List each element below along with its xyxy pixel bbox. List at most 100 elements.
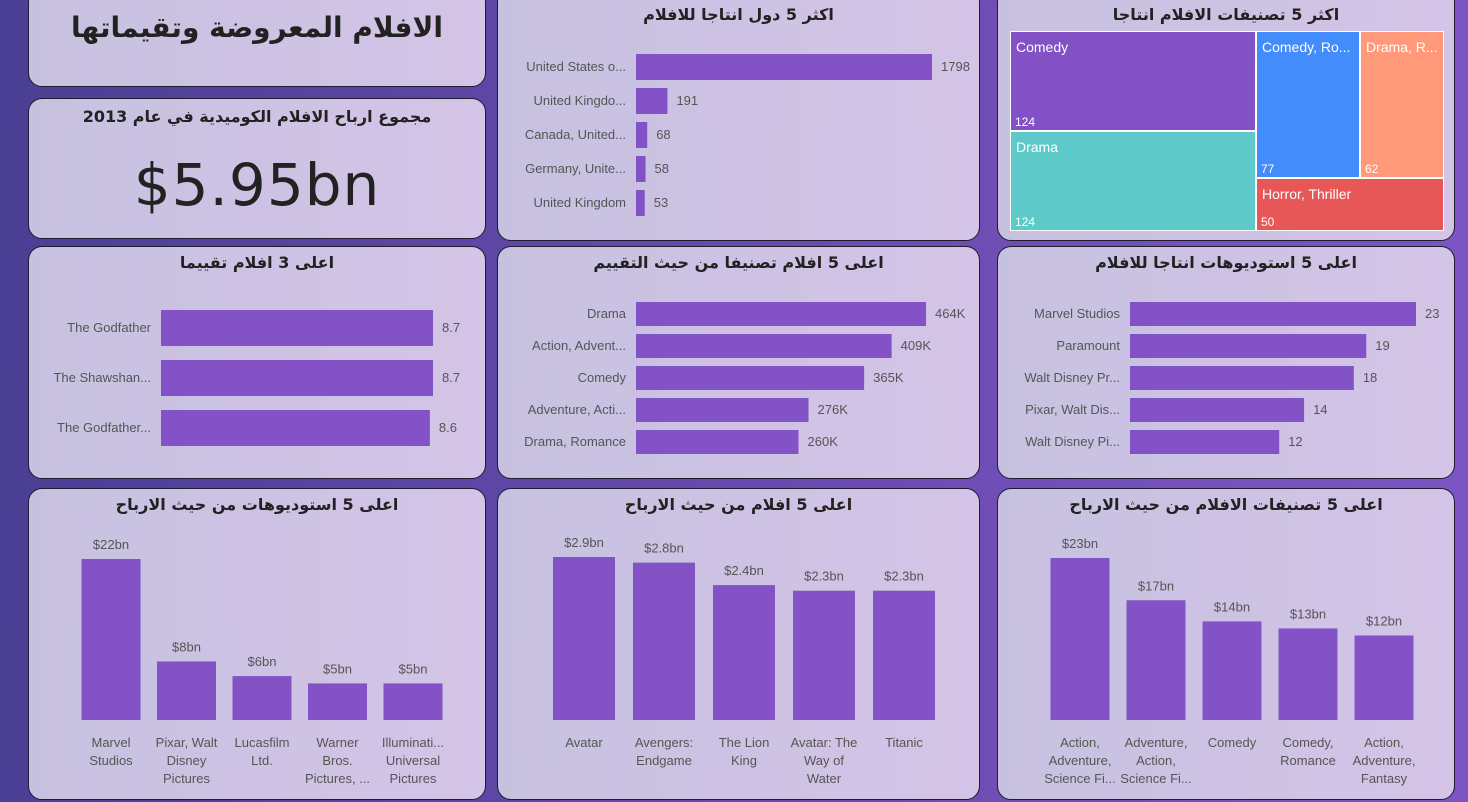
data-label: $5bn [399, 661, 428, 676]
data-label: 58 [655, 161, 669, 176]
bar-chart-studios-count: Marvel Studios 23 Paramount 19 Walt Disney P… [1024, 302, 1439, 454]
category-label: Action, [1060, 735, 1100, 750]
category-label: Disney [167, 753, 207, 768]
bar[interactable] [1202, 621, 1262, 720]
category-label: Action, Advent... [532, 338, 626, 353]
bar[interactable] [1050, 558, 1110, 720]
category-label: Warner [316, 735, 359, 750]
data-label: $2.3bn [804, 569, 844, 584]
data-label: $6bn [248, 654, 277, 669]
category-label: Bros. [322, 753, 352, 768]
kpi-title: مجموع ارباح الافلام الكوميدية في عام 201… [82, 107, 432, 126]
treemap-value: 50 [1261, 215, 1275, 229]
treemap-cell[interactable]: Horror, Thriller 50 [1256, 178, 1444, 231]
category-label: Comedy [578, 370, 627, 385]
category-label: Avengers: [635, 735, 693, 750]
bar[interactable] [873, 590, 935, 720]
chart-card-top-rated[interactable]: اعلى 3 افلام تقييما The Godfather 8.7 The … [28, 246, 486, 479]
category-label: Romance [1280, 753, 1336, 768]
bar[interactable] [81, 559, 141, 720]
category-label: Ltd. [251, 753, 273, 768]
treemap-cell[interactable]: Drama 124 [1010, 131, 1256, 231]
chart-card-genres-count[interactable]: اكثر 5 تصنيفات الافلام انتاجا Comedy 124 C… [997, 0, 1455, 241]
bar[interactable] [161, 360, 433, 396]
bar[interactable] [636, 302, 926, 326]
bar[interactable] [157, 661, 216, 720]
chart-card-countries[interactable]: اكثر 5 دول انتاجا للافلام United States … [497, 0, 980, 241]
kpi-card: مجموع ارباح الافلام الكوميدية في عام 201… [28, 98, 486, 239]
bar[interactable] [793, 590, 855, 720]
bar[interactable] [636, 54, 932, 80]
category-label: Pixar, Walt [156, 735, 218, 750]
bar[interactable] [636, 334, 892, 358]
treemap-value: 77 [1261, 162, 1275, 176]
bar[interactable] [636, 190, 645, 216]
chart-card-studios-count[interactable]: اعلى 5 استوديوهات انتاجا للافلام Marvel … [997, 246, 1455, 479]
category-label: Comedy [1208, 735, 1257, 750]
bar[interactable] [1130, 302, 1416, 326]
chart-card-genres-rating[interactable]: اعلى 5 افلام تصنيفا من حيث التقييم Drama… [497, 246, 980, 479]
bar[interactable] [161, 310, 433, 346]
bar[interactable] [1354, 635, 1414, 720]
bar[interactable] [1130, 334, 1367, 358]
category-label: Adventure, [1049, 753, 1112, 768]
data-label: 1798 [941, 59, 970, 74]
data-label: $23bn [1062, 536, 1098, 551]
treemap-label: Comedy [1016, 39, 1069, 55]
bar[interactable] [1278, 628, 1338, 720]
category-label: Science Fi... [1120, 771, 1192, 786]
bar[interactable] [636, 122, 648, 148]
data-label: 8.7 [442, 370, 460, 385]
bar-chart-countries: United States o... 1798 United Kingdo... 19… [525, 54, 970, 216]
treemap-value: 124 [1015, 115, 1036, 129]
chart-card-genres-profit[interactable]: اعلى 5 تصنيفات الافلام من حيث الارباح $2… [997, 488, 1455, 800]
category-label: Pictures [390, 771, 437, 786]
bar[interactable] [383, 683, 443, 720]
data-label: 14 [1313, 402, 1327, 417]
category-label: The Godfather... [57, 420, 151, 435]
bar[interactable] [636, 398, 809, 422]
bar[interactable] [636, 88, 668, 114]
data-label: 23 [1425, 306, 1439, 321]
bar[interactable] [232, 676, 292, 720]
data-label: $2.9bn [564, 535, 604, 550]
data-label: 8.6 [439, 420, 457, 435]
chart-card-studios-profit[interactable]: اعلى 5 استوديوهات من حيث الارباح $22bn Ma… [28, 488, 486, 800]
bar[interactable] [713, 585, 775, 720]
category-label: Avatar [565, 735, 603, 750]
category-label: Way of [804, 753, 844, 768]
bar[interactable] [636, 430, 799, 454]
bar[interactable] [636, 366, 865, 390]
treemap-cell[interactable]: Comedy 124 [1010, 31, 1256, 131]
bar[interactable] [1130, 398, 1305, 422]
category-label: Paramount [1056, 338, 1120, 353]
data-label: 12 [1288, 434, 1302, 449]
bar[interactable] [308, 683, 367, 720]
category-label: Adventure, [1125, 735, 1188, 750]
bar[interactable] [161, 410, 430, 446]
chart-card-movies-profit[interactable]: اعلى 5 افلام من حيث الارباح $2.9bn Avatar… [497, 488, 980, 800]
bar[interactable] [553, 557, 615, 720]
data-label: 260K [808, 434, 839, 449]
category-label: King [731, 753, 757, 768]
category-label: Pictures, ... [305, 771, 370, 786]
category-label: Walt Disney Pr... [1024, 370, 1120, 385]
title-card: الافلام المعروضة وتقيماتها [28, 0, 486, 87]
data-label: 19 [1375, 338, 1389, 353]
category-label: Avatar: The [791, 735, 858, 750]
category-label: United States o... [526, 59, 626, 74]
category-label: The Godfather [67, 320, 151, 335]
bar[interactable] [1130, 430, 1280, 454]
category-label: Action, [1136, 753, 1176, 768]
data-label: 8.7 [442, 320, 460, 335]
treemap-cell[interactable]: Comedy, Ro... 77 [1256, 31, 1360, 178]
category-label: Germany, Unite... [525, 161, 626, 176]
bar[interactable] [1126, 600, 1186, 720]
category-label: Walt Disney Pi... [1025, 434, 1120, 449]
bar[interactable] [636, 156, 646, 182]
kpi-value: $5.95bn [133, 151, 381, 219]
bar[interactable] [633, 562, 695, 720]
bar[interactable] [1130, 366, 1354, 390]
treemap-cell[interactable]: Drama, R... 62 [1360, 31, 1444, 178]
data-label: 276K [818, 402, 849, 417]
